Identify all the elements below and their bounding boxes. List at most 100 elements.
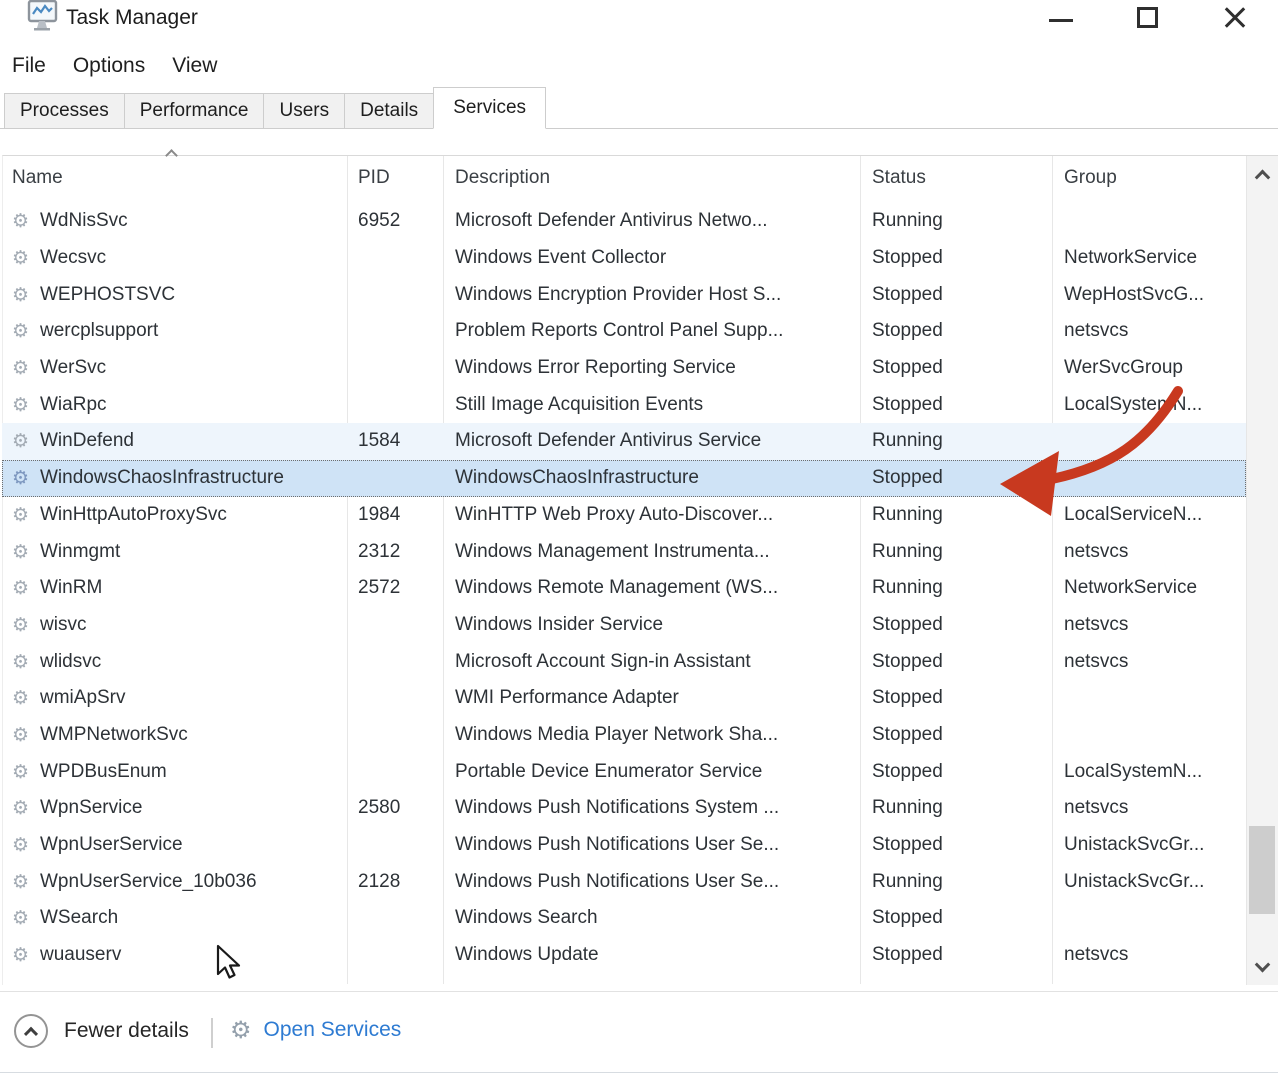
service-status: Stopped bbox=[872, 467, 943, 489]
service-name: WpnUserService bbox=[40, 834, 183, 856]
service-row[interactable]: ⚙ WiaRpc Still Image Acquisition Events … bbox=[2, 386, 1246, 423]
service-gear-icon: ⚙ bbox=[12, 724, 29, 746]
service-row[interactable]: ⚙ Wecsvc Windows Event Collector Stopped… bbox=[2, 240, 1246, 277]
service-row[interactable]: ⚙ WpnUserService_10b036 2128 Windows Pus… bbox=[2, 863, 1246, 900]
service-pid: 2128 bbox=[358, 871, 400, 893]
scroll-up-button[interactable] bbox=[1247, 160, 1278, 188]
service-row[interactable]: ⚙ WMPNetworkSvc Windows Media Player Net… bbox=[2, 717, 1246, 754]
service-row[interactable]: ⚙ wmiApSrv WMI Performance Adapter Stopp… bbox=[2, 680, 1246, 717]
service-status: Stopped bbox=[872, 724, 943, 746]
service-status: Running bbox=[872, 797, 943, 819]
maximize-button[interactable] bbox=[1124, 0, 1170, 34]
window-title: Task Manager bbox=[66, 6, 198, 30]
service-status: Stopped bbox=[872, 614, 943, 636]
service-row[interactable]: ⚙ wlidsvc Microsoft Account Sign-in Assi… bbox=[2, 643, 1246, 680]
column-header-name[interactable]: Name bbox=[12, 167, 63, 189]
open-services-link[interactable]: ⚙ Open Services bbox=[230, 1016, 401, 1044]
service-group: WerSvcGroup bbox=[1064, 357, 1183, 379]
service-name: WEPHOSTSVC bbox=[40, 284, 175, 306]
service-gear-icon: ⚙ bbox=[12, 284, 29, 306]
service-row[interactable]: ⚙ WinHttpAutoProxySvc 1984 WinHTTP Web P… bbox=[2, 497, 1246, 534]
service-name: WpnUserService_10b036 bbox=[40, 871, 257, 893]
service-description: Windows Insider Service bbox=[455, 614, 663, 636]
close-button[interactable] bbox=[1212, 0, 1258, 34]
tab[interactable]: Processes bbox=[4, 93, 125, 128]
service-row[interactable]: ⚙ WpnUserService Windows Push Notificati… bbox=[2, 827, 1246, 864]
tab[interactable]: Users bbox=[263, 93, 345, 128]
task-manager-window: Task Manager File Options View ProcessesPe… bbox=[0, 0, 1278, 1079]
service-gear-icon: ⚙ bbox=[12, 320, 29, 342]
service-group: LocalSystemN... bbox=[1064, 761, 1202, 783]
services-table-body: ⚙ WdNisSvc 6952 Microsoft Defender Antiv… bbox=[2, 203, 1246, 973]
menu-item[interactable]: File bbox=[12, 54, 46, 78]
window-bottom-edge bbox=[0, 1072, 1278, 1073]
service-row[interactable]: ⚙ Winmgmt 2312 Windows Management Instru… bbox=[2, 533, 1246, 570]
service-description: Windows Error Reporting Service bbox=[455, 357, 736, 379]
column-header-description[interactable]: Description bbox=[455, 167, 550, 189]
service-group: netsvcs bbox=[1064, 944, 1128, 966]
service-gear-icon: ⚙ bbox=[12, 467, 29, 489]
tab[interactable]: Details bbox=[344, 93, 434, 128]
close-icon bbox=[1222, 4, 1248, 30]
vertical-scrollbar[interactable] bbox=[1246, 156, 1278, 985]
service-name: Wecsvc bbox=[40, 247, 106, 269]
service-group: netsvcs bbox=[1064, 541, 1128, 563]
service-pid: 2580 bbox=[358, 797, 400, 819]
service-description: WMI Performance Adapter bbox=[455, 687, 679, 709]
service-pid: 1584 bbox=[358, 430, 400, 452]
service-name: WiaRpc bbox=[40, 394, 107, 416]
service-row[interactable]: ⚙ wercplsupport Problem Reports Control … bbox=[2, 313, 1246, 350]
service-description: Problem Reports Control Panel Supp... bbox=[455, 320, 783, 342]
service-pid: 6952 bbox=[358, 210, 400, 232]
column-header-status[interactable]: Status bbox=[872, 167, 926, 189]
scrollbar-thumb[interactable] bbox=[1249, 826, 1275, 914]
service-group: NetworkService bbox=[1064, 247, 1197, 269]
tab[interactable]: Services bbox=[433, 87, 546, 129]
service-row[interactable]: ⚙ WdNisSvc 6952 Microsoft Defender Antiv… bbox=[2, 203, 1246, 240]
service-description: Windows Event Collector bbox=[455, 247, 666, 269]
tab[interactable]: Performance bbox=[124, 93, 265, 128]
service-row[interactable]: ⚙ WinRM 2572 Windows Remote Management (… bbox=[2, 570, 1246, 607]
service-gear-icon: ⚙ bbox=[12, 614, 29, 636]
service-gear-icon: ⚙ bbox=[12, 687, 29, 709]
service-description: Windows Update bbox=[455, 944, 599, 966]
service-gear-icon: ⚙ bbox=[12, 394, 29, 416]
menu-item[interactable]: Options bbox=[73, 54, 145, 78]
service-row[interactable]: ⚙ WPDBusEnum Portable Device Enumerator … bbox=[2, 753, 1246, 790]
service-row[interactable]: ⚙ WerSvc Windows Error Reporting Service… bbox=[2, 350, 1246, 387]
service-row[interactable]: ⚙ WSearch Windows Search Stopped bbox=[2, 900, 1246, 937]
menu-item[interactable]: View bbox=[172, 54, 217, 78]
service-group: netsvcs bbox=[1064, 651, 1128, 673]
scroll-down-button[interactable] bbox=[1247, 953, 1278, 981]
service-group: WepHostSvcG... bbox=[1064, 284, 1204, 306]
service-status: Running bbox=[872, 504, 943, 526]
footer-divider bbox=[211, 1018, 213, 1048]
service-status: Running bbox=[872, 577, 943, 599]
title-bar: Task Manager bbox=[0, 0, 1278, 46]
service-gear-icon: ⚙ bbox=[12, 797, 29, 819]
service-pid: 2572 bbox=[358, 577, 400, 599]
service-status: Stopped bbox=[872, 834, 943, 856]
service-row[interactable]: ⚙ WindowsChaosInfrastructure WindowsChao… bbox=[2, 460, 1246, 497]
service-row[interactable]: ⚙ wuauserv Windows Update Stopped netsvc… bbox=[2, 937, 1246, 974]
service-status: Stopped bbox=[872, 651, 943, 673]
service-row[interactable]: ⚙ WEPHOSTSVC Windows Encryption Provider… bbox=[2, 276, 1246, 313]
service-gear-icon: ⚙ bbox=[12, 577, 29, 599]
minimize-button[interactable] bbox=[1038, 0, 1084, 34]
service-group: netsvcs bbox=[1064, 614, 1128, 636]
services-gear-icon: ⚙ bbox=[230, 1016, 252, 1044]
service-row[interactable]: ⚙ WpnService 2580 Windows Push Notificat… bbox=[2, 790, 1246, 827]
service-name: WMPNetworkSvc bbox=[40, 724, 188, 746]
service-status: Running bbox=[872, 871, 943, 893]
mouse-cursor bbox=[214, 944, 244, 982]
service-name: WPDBusEnum bbox=[40, 761, 167, 783]
service-status: Stopped bbox=[872, 687, 943, 709]
service-description: Microsoft Defender Antivirus Netwo... bbox=[455, 210, 768, 232]
service-row[interactable]: ⚙ WinDefend 1584 Microsoft Defender Anti… bbox=[2, 423, 1246, 460]
service-row[interactable]: ⚙ wisvc Windows Insider Service Stopped … bbox=[2, 607, 1246, 644]
column-header-group[interactable]: Group bbox=[1064, 167, 1117, 189]
fewer-details-button[interactable]: Fewer details bbox=[14, 1014, 189, 1048]
column-header-pid[interactable]: PID bbox=[358, 167, 390, 189]
service-description: Windows Encryption Provider Host S... bbox=[455, 284, 781, 306]
service-group: NetworkService bbox=[1064, 577, 1197, 599]
